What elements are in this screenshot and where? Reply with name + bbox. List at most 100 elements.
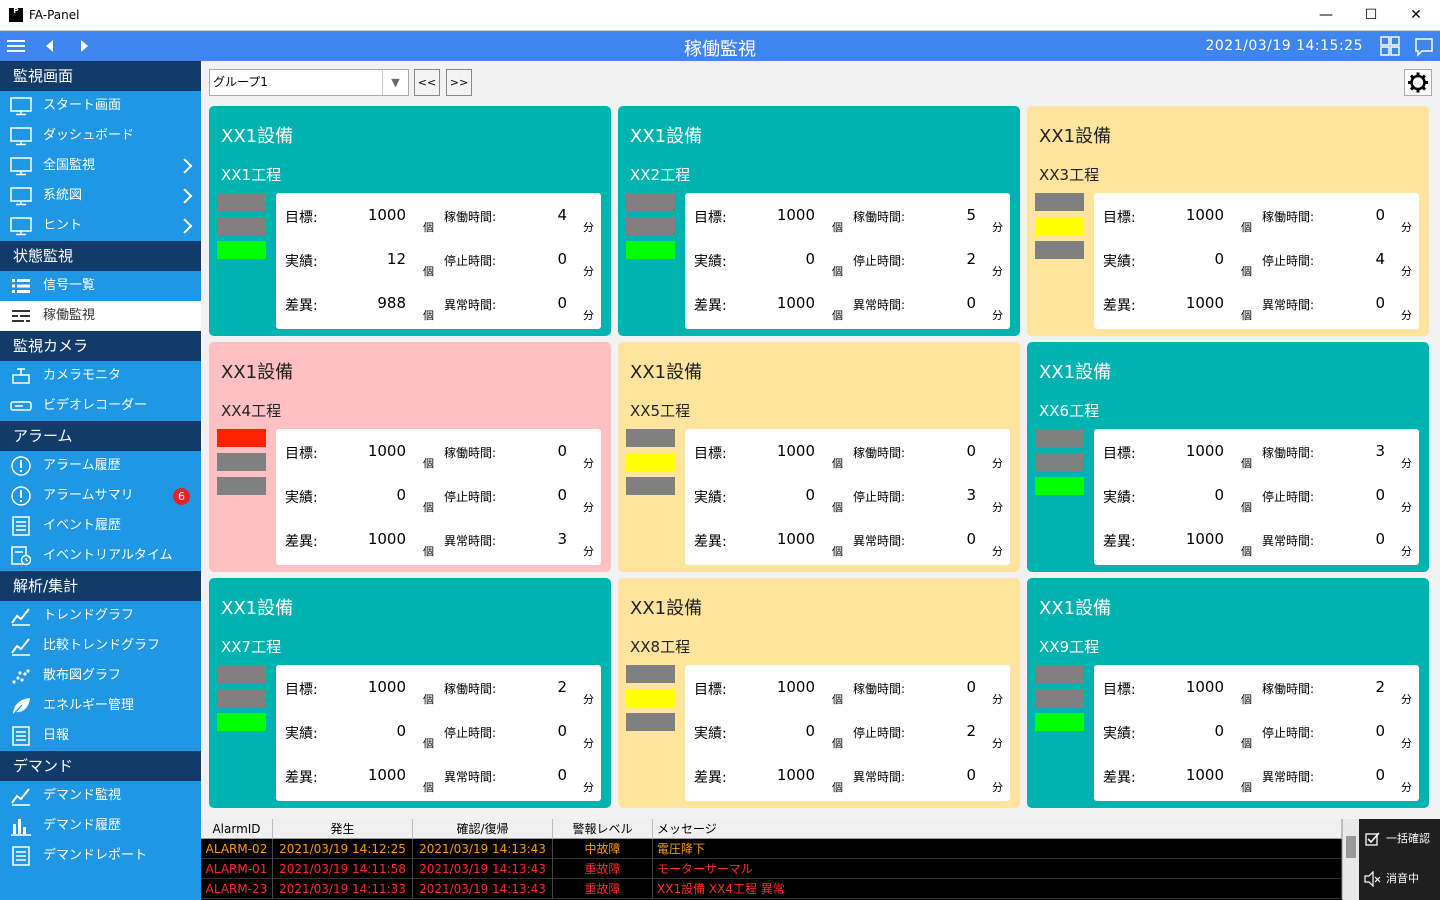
- alarm-row[interactable]: ALARM-02 2021/03/19 14:12:25 2021/03/19 14…: [201, 839, 1342, 859]
- alarm-row[interactable]: ALARM-01 2021/03/19 14:11:58 2021/03/19 14…: [201, 859, 1342, 879]
- sidebar-item[interactable]: デマンド履歴: [0, 811, 201, 841]
- list-icon: [10, 276, 32, 296]
- forward-arrow-icon[interactable]: [76, 31, 92, 61]
- unit-label: 個: [423, 501, 434, 514]
- window-title: FA-Panel: [29, 8, 80, 22]
- recorder-icon: [10, 396, 32, 416]
- sidebar-item[interactable]: カメラモニタ: [0, 361, 201, 391]
- sidebar-item-label: イベント履歴: [43, 518, 122, 533]
- machine-card[interactable]: XX1設備 XX6工程 目標: 1000 個稼働時間: 3 分実績: 0 個停止時間: 0 分差異:…: [1027, 342, 1429, 572]
- sidebar-item[interactable]: ヒント: [0, 211, 201, 241]
- sidebar-item[interactable]: 稼働監視: [0, 301, 201, 331]
- sidebar-item[interactable]: 散布図グラフ: [0, 661, 201, 691]
- sidebar-item[interactable]: デマンドレポート: [0, 841, 201, 871]
- status-lamp: [217, 689, 266, 707]
- sidebar-item[interactable]: イベントリアルタイム: [0, 541, 201, 571]
- next-group-button[interactable]: >>: [446, 69, 472, 96]
- machine-grid: XX1設備 XX1工程 目標: 1000 個稼働時間: 4 分実績: 12 個停止時間: 0 分差異…: [201, 105, 1440, 819]
- alarm-cell-level: 重故障: [553, 859, 653, 879]
- alarm-cell-confirmed: 2021/03/19 14:13:43: [413, 859, 553, 879]
- prev-group-button[interactable]: <<: [414, 69, 440, 96]
- machine-card[interactable]: XX1設備 XX5工程 目標: 1000 個稼働時間: 0 分実績: 0 個停止時間: 3 分差異:…: [618, 342, 1020, 572]
- unit-label: 分: [1401, 309, 1412, 322]
- close-button[interactable]: ✕: [1393, 0, 1439, 31]
- machine-card[interactable]: XX1設備 XX1工程 目標: 1000 個稼働時間: 4 分実績: 12 個停止時間: 0 分差異…: [209, 106, 611, 336]
- chevron-down-icon[interactable]: ▼: [382, 70, 408, 95]
- group-select[interactable]: グループ1 ▼: [209, 69, 409, 96]
- run-time-value: 0: [557, 442, 567, 460]
- unit-label: 分: [583, 457, 594, 470]
- process-name: XX3工程: [1039, 166, 1100, 184]
- machine-card[interactable]: XX1設備 XX4工程 目標: 1000 個稼働時間: 0 分実績: 0 個停止時間: 0 分差異:…: [209, 342, 611, 572]
- actual-value: 0: [805, 250, 815, 268]
- sidebar-item[interactable]: 全国監視: [0, 151, 201, 181]
- alarm-column-header[interactable]: 確認/復帰: [413, 819, 553, 839]
- run-time-label: 稼働時間:: [1262, 446, 1315, 460]
- sidebar-item[interactable]: スタート画面: [0, 91, 201, 121]
- alarm-column-header[interactable]: メッセージ: [653, 819, 1342, 839]
- maximize-button[interactable]: ☐: [1348, 0, 1394, 31]
- sidebar-item[interactable]: デマンド監視: [0, 781, 201, 811]
- error-time-value: 0: [966, 530, 976, 548]
- alarm-row[interactable]: ALARM-23 2021/03/19 14:11:33 2021/03/19 14…: [201, 879, 1342, 899]
- alarm-scrollbar[interactable]: [1342, 819, 1359, 900]
- header-datetime: 2021/03/19 14:15:25: [1205, 38, 1363, 54]
- hamburger-menu-icon[interactable]: [6, 31, 26, 61]
- sidebar-item[interactable]: 日報: [0, 721, 201, 751]
- machine-card[interactable]: XX1設備 XX7工程 目標: 1000 個稼働時間: 2 分実績: 0 個停止時間: 0 分差異:…: [209, 578, 611, 808]
- unit-label: 分: [1401, 457, 1412, 470]
- grid-view-icon[interactable]: [1379, 31, 1401, 61]
- minimize-button[interactable]: —: [1303, 0, 1349, 31]
- target-label: 目標:: [1103, 210, 1136, 226]
- sidebar-item[interactable]: 比較トレンドグラフ: [0, 631, 201, 661]
- status-lamp: [626, 429, 675, 447]
- sidebar-item-label: 稼働監視: [43, 308, 96, 323]
- unit-label: 分: [1401, 737, 1412, 750]
- sidebar-section-title: アラーム: [0, 421, 201, 451]
- unit-label: 個: [423, 265, 434, 278]
- sidebar-item[interactable]: イベント履歴: [0, 511, 201, 541]
- stop-time-label: 停止時間:: [1262, 490, 1315, 504]
- sidebar-item[interactable]: エネルギー管理: [0, 691, 201, 721]
- document-icon: [10, 516, 32, 536]
- machine-card[interactable]: XX1設備 XX3工程 目標: 1000 個稼働時間: 0 分実績: 0 個停止時間: 4 分差異:…: [1027, 106, 1429, 336]
- machine-card[interactable]: XX1設備 XX2工程 目標: 1000 個稼働時間: 5 分実績: 0 個停止時間: 2 分差異:…: [618, 106, 1020, 336]
- back-arrow-icon[interactable]: [42, 31, 58, 61]
- production-panel: 目標: 1000 個稼働時間: 5 分実績: 0 個停止時間: 2 分差異: 1000 個異常時間:…: [685, 193, 1010, 329]
- sidebar-item[interactable]: ビデオレコーダー: [0, 391, 201, 421]
- run-time-label: 稼働時間:: [1262, 682, 1315, 696]
- alarm-cell-id: ALARM-02: [201, 839, 273, 859]
- error-time-value: 0: [557, 294, 567, 312]
- unit-label: 個: [423, 737, 434, 750]
- confirm-all-button[interactable]: 一括確認: [1359, 819, 1440, 859]
- actual-label: 実績:: [1103, 254, 1136, 270]
- machine-card[interactable]: XX1設備 XX9工程 目標: 1000 個稼働時間: 2 分実績: 0 個停止時間: 0 分差異:…: [1027, 578, 1429, 808]
- chevron-right-icon[interactable]: [181, 211, 193, 251]
- machine-card[interactable]: XX1設備 XX8工程 目標: 1000 個稼働時間: 0 分実績: 0 個停止時間: 2 分差異:…: [618, 578, 1020, 808]
- scrollbar-thumb[interactable]: [1346, 836, 1356, 858]
- sidebar-item[interactable]: アラームサマリ 6: [0, 481, 201, 511]
- actual-value: 12: [386, 250, 406, 268]
- sidebar-item[interactable]: 系統図: [0, 181, 201, 211]
- mute-button[interactable]: 消音中: [1359, 859, 1440, 899]
- diff-value: 1000: [1185, 766, 1224, 784]
- alarm-column-header[interactable]: 発生: [273, 819, 413, 839]
- sidebar-item[interactable]: アラーム履歴: [0, 451, 201, 481]
- unit-label: 分: [583, 221, 594, 234]
- monitor-icon: [10, 126, 32, 146]
- status-lamp: [626, 217, 675, 235]
- sidebar-item[interactable]: トレンドグラフ: [0, 601, 201, 631]
- alarm-cell-message: XX1設備 XX4工程 異常: [653, 879, 1342, 899]
- error-time-value: 3: [557, 530, 567, 548]
- unit-label: 分: [583, 501, 594, 514]
- sidebar-item-label: 系統図: [43, 188, 83, 203]
- message-icon[interactable]: [1413, 31, 1435, 61]
- status-lamp: [1035, 477, 1084, 495]
- unit-label: 個: [1241, 457, 1252, 470]
- settings-button[interactable]: [1404, 69, 1432, 96]
- alarm-column-header[interactable]: AlarmID: [201, 819, 273, 839]
- sidebar-item[interactable]: ダッシュボード: [0, 121, 201, 151]
- unit-label: 個: [1241, 221, 1252, 234]
- sidebar-item[interactable]: 信号一覧: [0, 271, 201, 301]
- alarm-column-header[interactable]: 警報レベル: [553, 819, 653, 839]
